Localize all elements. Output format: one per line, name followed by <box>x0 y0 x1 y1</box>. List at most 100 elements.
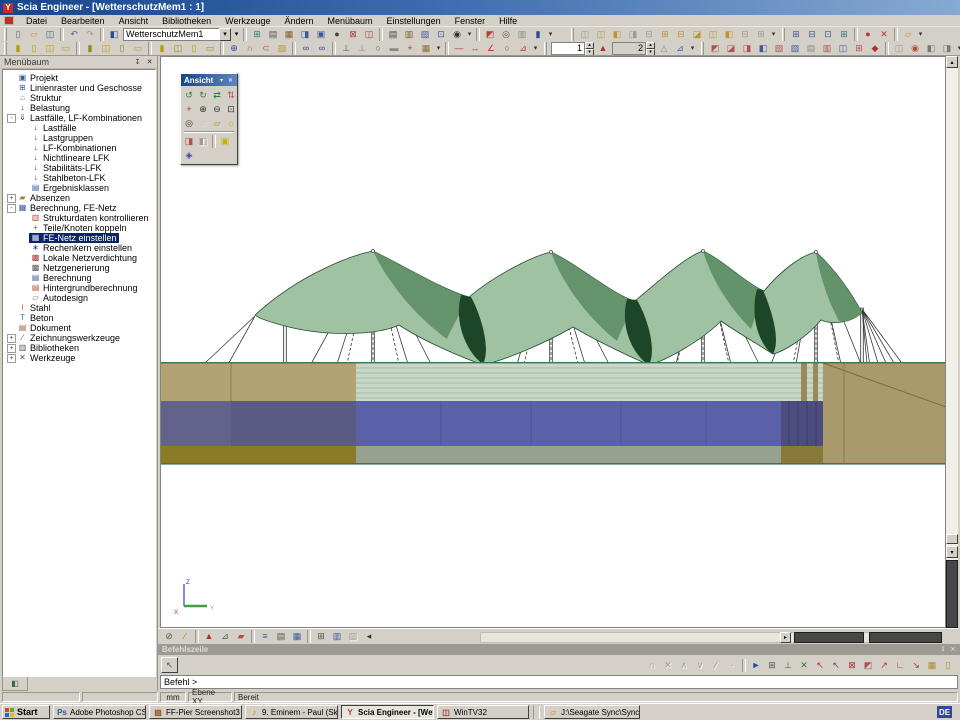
menu-item-hilfe[interactable]: Hilfe <box>492 15 524 27</box>
color-palette-icon[interactable]: ◩ <box>482 28 498 41</box>
menu-item-einstellungen[interactable]: Einstellungen <box>380 15 448 27</box>
rotate-member-icon[interactable]: ◪ <box>723 42 739 55</box>
snap-grid-points-icon[interactable]: ▦ <box>924 659 940 672</box>
layer-spinner[interactable]: 2 ▴▾ <box>612 42 655 55</box>
render-sphere-icon[interactable]: ● <box>329 28 345 41</box>
zoom-window-icon[interactable]: ⊡ <box>224 103 238 116</box>
snap-endpoint-icon[interactable]: ↖ <box>812 659 828 672</box>
member-beam-icon[interactable]: ▯ <box>26 42 42 55</box>
fillet-member-icon[interactable]: ◫ <box>835 42 851 55</box>
tree-item-autodesign[interactable]: ▱Autodesign <box>3 293 155 303</box>
project-combobox-value[interactable]: WetterschutzMem1 <box>123 28 219 41</box>
task-button-scia-engineer-wett-[interactable]: YScia Engineer - [Wett... <box>341 705 434 719</box>
picture-gallery-icon[interactable]: ▤ <box>265 28 281 41</box>
tree-expander-icon[interactable]: + <box>7 194 16 203</box>
levels-icon[interactable]: ≡ <box>257 630 273 643</box>
support-more-icon[interactable]: ▾ <box>434 42 443 55</box>
bar-chart-icon[interactable]: ▥ <box>514 28 530 41</box>
trim-member-icon[interactable]: ▨ <box>787 42 803 55</box>
horizontal-scroll-thumb[interactable] <box>794 632 864 643</box>
member-rib-icon[interactable]: ▭ <box>130 42 146 55</box>
tree-item-ergebnisklassen[interactable]: ▤Ergebnisklassen <box>3 183 155 193</box>
project-data-icon[interactable]: ⊞ <box>249 28 265 41</box>
folder-add-icon[interactable]: ▱ <box>900 28 916 41</box>
clip-planes-icon[interactable]: ▱ <box>210 117 224 130</box>
task-button-9-eminem-paul-skit-[interactable]: ♪9. Eminem - Paul (Skit) - ... <box>245 705 338 719</box>
window-cascade-icon[interactable]: ⊞ <box>657 28 673 41</box>
activity-more-icon[interactable]: ▾ <box>688 42 697 55</box>
open-project-icon[interactable]: ▱ <box>26 28 42 41</box>
rotate-view-left-icon[interactable]: ↺ <box>182 89 196 102</box>
combo-more-icon[interactable]: ▾ <box>232 28 241 41</box>
dim-angle-icon[interactable]: ∠ <box>483 42 499 55</box>
tree-item-belastung[interactable]: ↓Belastung <box>3 103 155 113</box>
member-cut-icon[interactable]: ▯ <box>186 42 202 55</box>
snap-nearest-icon[interactable]: ↗ <box>876 659 892 672</box>
spinner-down-icon[interactable]: ▾ <box>585 49 594 56</box>
chevron-down-icon[interactable]: ▾ <box>217 77 226 84</box>
start-button[interactable]: Start <box>2 705 50 719</box>
new-document-icon[interactable]: ▯ <box>10 28 26 41</box>
tree-item-teile-knoten-koppeln[interactable]: +Teile/Knoten koppeln <box>3 223 155 233</box>
tree-item-dokument[interactable]: ▤Dokument <box>3 323 155 333</box>
window-split-2-icon[interactable]: ◫ <box>593 28 609 41</box>
background-color-icon[interactable]: ▣ <box>218 135 232 148</box>
close-icon[interactable]: ✕ <box>948 645 958 654</box>
toolbar-grip[interactable] <box>701 42 704 55</box>
tree-item-strukturdaten-kontrollieren[interactable]: ▥Strukturdaten kontrollieren <box>3 213 155 223</box>
scroll-down-icon[interactable]: ▾ <box>946 546 958 558</box>
mirror-member-icon[interactable]: ◨ <box>739 42 755 55</box>
member-shell-icon[interactable]: ▯ <box>114 42 130 55</box>
node-star-icon[interactable]: ⊕ <box>226 42 242 55</box>
free-bars-icon[interactable]: ∞ <box>298 42 314 55</box>
window-split-5-icon[interactable]: ⊟ <box>641 28 657 41</box>
tree-item-hintergrundberechnung[interactable]: ▤Hintergrundberechnung <box>3 283 155 293</box>
view-parameters-icon[interactable]: ◨ <box>182 135 196 148</box>
flag-icon[interactable]: ▰ <box>233 630 249 643</box>
tree-expander-icon[interactable]: - <box>7 204 16 213</box>
tree-item-stahlbeton-lfk[interactable]: ↓Stahlbeton-LFK <box>3 173 155 183</box>
tree-item-rechenkern-einstellen[interactable]: ∗Rechenkern einstellen <box>3 243 155 253</box>
chevron-down-icon[interactable]: ▾ <box>219 28 231 41</box>
spinner-up-icon[interactable]: ▴ <box>646 42 655 49</box>
tree-item-bibliotheken[interactable]: +▥Bibliotheken <box>3 343 155 353</box>
extra-view-icon[interactable]: ▧ <box>345 630 361 643</box>
spinner-down-icon[interactable]: ▾ <box>646 49 655 56</box>
tree-item-struktur[interactable]: ⌂Struktur <box>3 93 155 103</box>
vertical-scrollbar[interactable]: ▴ ▾ <box>946 56 958 628</box>
member-plate-icon[interactable]: ▭ <box>58 42 74 55</box>
tree-expander-icon[interactable]: + <box>7 334 16 343</box>
pin-icon[interactable]: ↧ <box>938 645 948 654</box>
toolbar-grip[interactable] <box>571 28 574 41</box>
support-sliding-icon[interactable]: ⊥ <box>354 42 370 55</box>
menu-item-bearbeiten[interactable]: Bearbeiten <box>54 15 112 27</box>
mesh-window-icon[interactable]: ⊠ <box>345 28 361 41</box>
tree-item-werkzeuge[interactable]: +✕Werkzeuge <box>3 353 155 363</box>
scroll-left-icon[interactable]: ◂ <box>361 630 377 643</box>
grid-snap-icon[interactable]: ⊞ <box>764 659 780 672</box>
render-doc-icon[interactable]: ◉ <box>449 28 465 41</box>
break-member-icon[interactable]: ▥ <box>819 42 835 55</box>
snap-intersection-icon[interactable]: ⊠ <box>844 659 860 672</box>
snap-down-icon[interactable]: ∨ <box>692 659 708 672</box>
member-opening-icon[interactable]: ▮ <box>154 42 170 55</box>
toolbar-grip[interactable] <box>4 42 7 55</box>
scale-member-icon[interactable]: ◧ <box>755 42 771 55</box>
menu-item-menübaum[interactable]: Menübaum <box>321 15 380 27</box>
activity-up-icon[interactable]: ▲ <box>595 42 611 55</box>
task-button-ff-pier-screenshot3-paint[interactable]: ▨FF-Pier Screenshot3 - Paint <box>149 705 242 719</box>
array-member-icon[interactable]: ⊞ <box>851 42 867 55</box>
chart-view-icon[interactable]: ▥ <box>329 630 345 643</box>
cross-link-icon[interactable]: + <box>402 42 418 55</box>
tree-item-absenzen[interactable]: +▰Absenzen <box>3 193 155 203</box>
orbit-view-icon[interactable]: ⇅ <box>224 89 238 102</box>
clipboard-picture-icon[interactable]: ◨ <box>297 28 313 41</box>
tree-item-berechnung[interactable]: ▤Berechnung <box>3 273 155 283</box>
dim-more-icon[interactable]: ▾ <box>531 42 540 55</box>
language-indicator[interactable]: DE <box>937 706 952 718</box>
window-close-icon[interactable]: ◫ <box>705 28 721 41</box>
copy-view-icon[interactable]: ⊞ <box>788 28 804 41</box>
subsoil-icon[interactable]: ▦ <box>418 42 434 55</box>
snap-line-icon[interactable]: ∕ <box>708 659 724 672</box>
extend-member-icon[interactable]: ▤ <box>803 42 819 55</box>
